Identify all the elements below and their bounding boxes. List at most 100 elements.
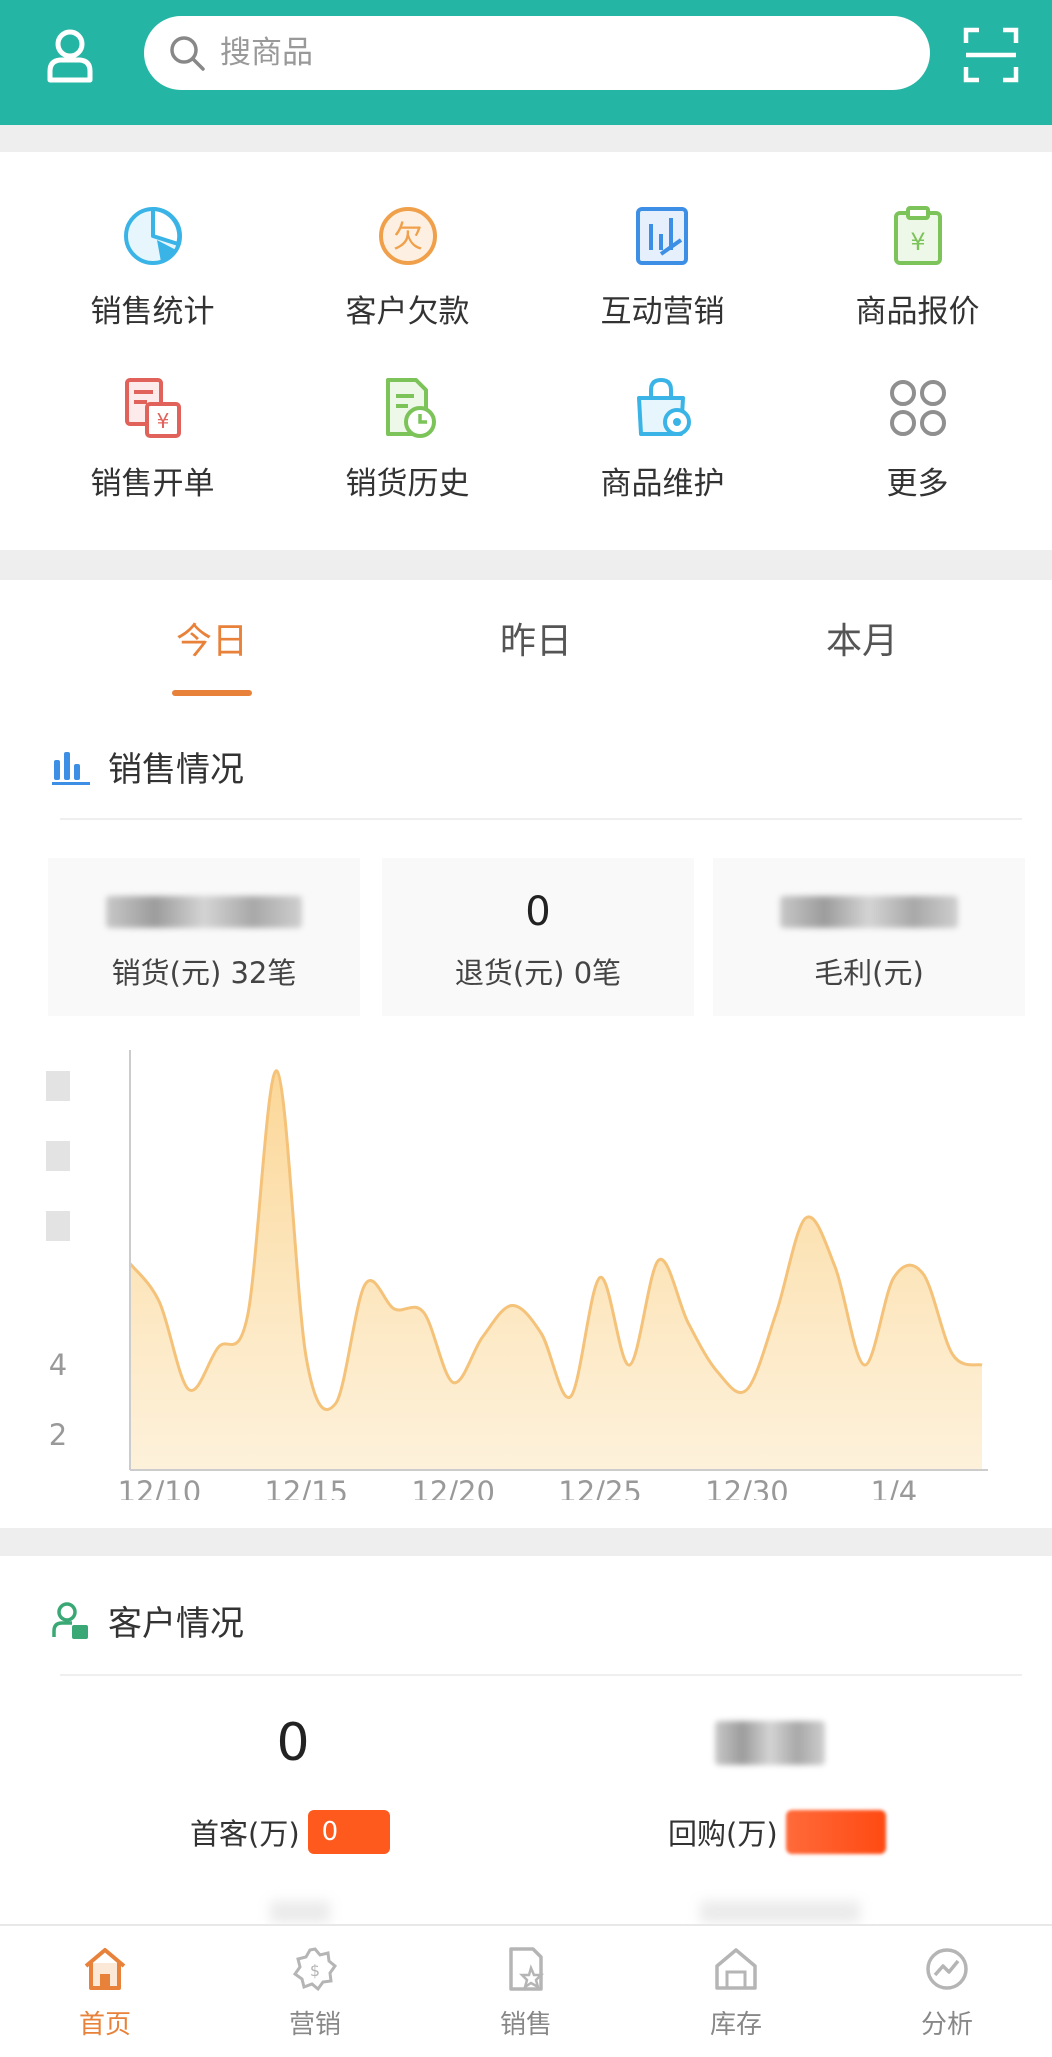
analysis-icon xyxy=(926,1948,968,1990)
bill-icon: ¥ xyxy=(124,378,181,438)
menu-label: 销售开单 xyxy=(90,466,215,502)
customer-icon xyxy=(52,1601,88,1639)
menu-more[interactable]: 更多 xyxy=(786,376,1049,516)
menu-product-maintenance[interactable]: 商品维护 xyxy=(531,376,794,516)
redacted-value xyxy=(106,896,302,928)
first-customer-badge: 0 xyxy=(307,1810,390,1854)
nav-label: 库存 xyxy=(709,2010,762,2040)
tab-this-month[interactable]: 本月 xyxy=(762,580,962,696)
period-tabs: 今日 昨日 本月 xyxy=(0,580,1052,696)
scan-icon xyxy=(963,27,1019,83)
history-icon xyxy=(385,378,436,438)
marketing-icon xyxy=(635,207,688,265)
customer-section-title: 客户情况 xyxy=(108,1604,244,1644)
svg-text:¥: ¥ xyxy=(156,409,169,433)
first-customer-label: 首客(万) xyxy=(190,1817,300,1851)
x-tick-label: 12/15 xyxy=(264,1475,348,1500)
sales-section-title: 销售情况 xyxy=(108,750,244,790)
scan-button[interactable] xyxy=(954,0,1028,110)
bar-chart-icon xyxy=(52,751,90,785)
nav-label: 销售 xyxy=(499,2010,552,2040)
x-tick-label: 12/20 xyxy=(411,1475,495,1500)
x-tick-label: 1/4 xyxy=(871,1475,918,1500)
top-bar xyxy=(0,0,1052,125)
price-clipboard-icon: ¥ xyxy=(893,206,942,265)
sales-section-header: 销售情况 xyxy=(52,742,244,791)
nav-label: 分析 xyxy=(920,2010,973,2040)
menu-sales-history[interactable]: 销货历史 xyxy=(276,376,539,516)
stat-profit-value xyxy=(780,890,958,934)
y-tick-label: 4 xyxy=(49,1348,67,1382)
first-customer-value: 0 xyxy=(276,1713,310,1773)
user-button[interactable] xyxy=(30,0,110,110)
customer-section-header: 客户情况 xyxy=(52,1596,244,1645)
stat-sales-value xyxy=(106,890,302,934)
y-tick-redacted xyxy=(46,1141,70,1171)
menu-label: 客户欠款 xyxy=(345,294,470,330)
redacted-value xyxy=(715,1721,825,1765)
more-grid-icon xyxy=(889,380,946,436)
search-icon xyxy=(170,36,205,71)
tab-today[interactable]: 今日 xyxy=(112,580,312,696)
search-bar[interactable] xyxy=(144,16,930,90)
repeat-customer-label: 回购(万) xyxy=(668,1817,778,1851)
stat-sales-label: 销货(元) 32笔 xyxy=(111,956,297,990)
nav-label: 首页 xyxy=(78,2010,131,2040)
menu-label: 更多 xyxy=(886,466,949,502)
nav-sales[interactable]: 销售 xyxy=(421,1926,631,2057)
repeat-customer-badge xyxy=(785,1810,886,1854)
tab-yesterday[interactable]: 昨日 xyxy=(436,580,636,696)
home-icon xyxy=(84,1948,126,1990)
svg-text:¥: ¥ xyxy=(910,228,925,256)
menu-label: 商品报价 xyxy=(855,294,980,330)
customer-panel: 客户情况 0 首客(万) 0 回购(万) xyxy=(0,1556,1052,1936)
x-tick-label: 12/30 xyxy=(705,1475,789,1500)
first-customer-label-row[interactable]: 首客(万) 0 xyxy=(190,1810,390,1854)
nav-analysis[interactable]: 分析 xyxy=(842,1926,1052,2057)
menu-sales-order[interactable]: ¥ 销售开单 xyxy=(21,376,284,516)
stat-returns-value: 0 xyxy=(525,889,551,935)
marketing-badge-icon: $ xyxy=(292,1947,338,1992)
sales-area xyxy=(130,1070,982,1470)
faded-content xyxy=(270,1901,330,1923)
stat-gross-profit[interactable]: 毛利(元) xyxy=(713,858,1025,1016)
svg-text:$: $ xyxy=(310,1961,320,1980)
x-tick-label: 12/10 xyxy=(118,1475,202,1500)
active-tab-indicator xyxy=(172,690,252,696)
menu-label: 销售统计 xyxy=(90,294,215,330)
bottom-navigation: 首页 $ 营销 销售 库存 分析 xyxy=(0,1924,1052,2057)
svg-text:欠: 欠 xyxy=(393,220,423,255)
menu-product-quote[interactable]: ¥ 商品报价 xyxy=(786,204,1049,344)
pie-chart-icon xyxy=(123,207,182,265)
search-input[interactable] xyxy=(220,35,820,71)
y-tick-label: 2 xyxy=(49,1418,67,1452)
nav-marketing[interactable]: $ 营销 xyxy=(210,1926,420,2057)
stat-returns-label: 退货(元) 0笔 xyxy=(454,956,622,990)
faded-content xyxy=(700,1901,860,1923)
goods-settings-icon xyxy=(636,377,691,436)
nav-inventory[interactable]: 库存 xyxy=(631,1926,841,2057)
menu-interactive-marketing[interactable]: 互动营销 xyxy=(531,204,794,344)
menu-sales-stats[interactable]: 销售统计 xyxy=(21,204,284,344)
menu-customer-debt[interactable]: 欠 客户欠款 xyxy=(276,204,539,344)
user-icon xyxy=(47,29,93,83)
divider xyxy=(60,1674,1022,1676)
menu-label: 销货历史 xyxy=(345,466,470,502)
stat-sales[interactable]: 销货(元) 32笔 xyxy=(48,858,360,1016)
x-tick-label: 12/25 xyxy=(558,1475,642,1500)
repeat-customer-label-row[interactable]: 回购(万) xyxy=(668,1810,886,1854)
menu-label: 互动营销 xyxy=(600,294,725,330)
nav-home[interactable]: 首页 xyxy=(0,1926,210,2057)
repeat-customer-value xyxy=(620,1708,920,1778)
stat-returns[interactable]: 0 退货(元) 0笔 xyxy=(382,858,694,1016)
divider xyxy=(60,818,1022,820)
sales-trend-chart: 12/10 12/15 12/20 12/25 12/30 1/4 2 4 xyxy=(46,1050,988,1500)
menu-label: 商品维护 xyxy=(600,466,725,502)
sales-doc-icon xyxy=(509,1947,545,1991)
sales-panel: 今日 昨日 本月 销售情况 销货(元) 32笔 0 退货(元) 0笔 毛利(元) xyxy=(0,580,1052,1528)
nav-label: 营销 xyxy=(288,2010,341,2040)
function-menu: 销售统计 欠 客户欠款 互动营销 ¥ 商品报价 ¥ 销售开单 销货历史 商品维护… xyxy=(0,152,1052,550)
warehouse-icon xyxy=(715,1948,757,1990)
debt-icon: 欠 xyxy=(378,207,437,265)
y-tick-redacted xyxy=(46,1211,70,1241)
